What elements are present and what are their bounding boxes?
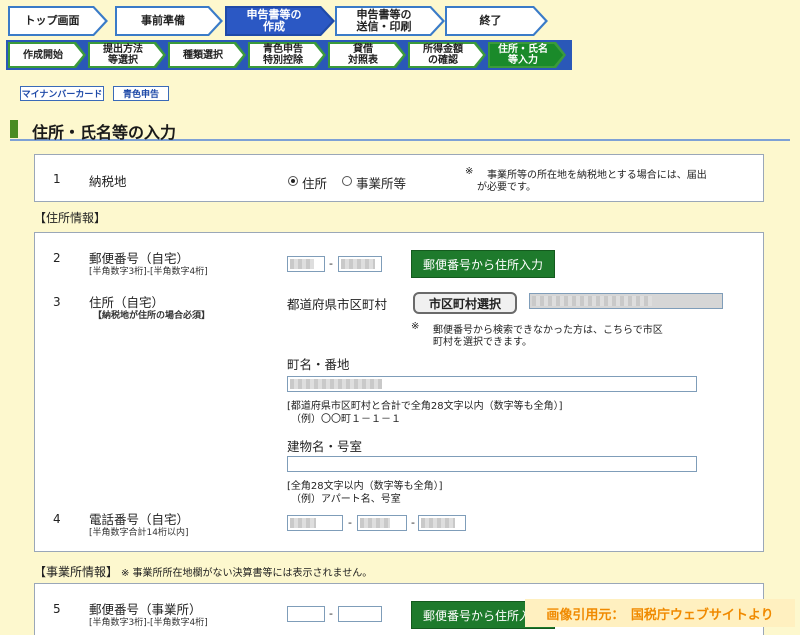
substep-start: 作成開始 — [8, 42, 86, 68]
substep-label: 作成開始 — [23, 49, 63, 61]
substep-balance-sheet: 貸借 対照表 — [328, 42, 406, 68]
dash: - — [329, 607, 333, 620]
row-number: 4 — [53, 512, 61, 526]
substep-address-entry: 住所・氏名 等入力 — [488, 42, 566, 68]
row-required-note: 【納税地が住所の場合必須】 — [93, 311, 211, 321]
city-select-button[interactable]: 市区町村選択 — [413, 292, 517, 314]
heading-bar — [10, 120, 18, 138]
section-heading: 住所・氏名等の入力 — [10, 119, 790, 142]
step-prep: 事前準備 — [115, 6, 223, 36]
tax-location-panel: 1 納税地 住所 事業所等 ※ 事業所等の所在地を納税地とする場合には、届出 が… — [34, 154, 764, 202]
substep-label: 種類選択 — [183, 49, 223, 61]
building-example: （例）アパート名、号室 — [291, 494, 401, 505]
row-format-hint: [半角数字3桁]-[半角数字4桁] — [89, 618, 208, 628]
radio-home[interactable] — [288, 176, 298, 186]
substep-type: 種類選択 — [168, 42, 246, 68]
note-text: が必要です。 — [477, 182, 536, 193]
row-number: 3 — [53, 295, 61, 309]
page-title: 住所・氏名等の入力 — [32, 123, 177, 142]
home-zip-first[interactable] — [287, 256, 325, 272]
row-format-hint: [半角数字合計14桁以内] — [89, 528, 189, 538]
blue-return-tag: 青色申告 — [113, 86, 169, 101]
office-info-note: ※ 事業所所在地欄がない決算書等には表示されません。 — [121, 568, 373, 579]
row-number: 1 — [53, 172, 61, 186]
city-label: 都道府県市区町村 — [287, 297, 388, 312]
note-text: 町村を選択できます。 — [433, 337, 532, 348]
home-info-header: 【住所情報】 — [34, 211, 107, 225]
image-credit: 画像引用元： 国税庁ウェブサイトより — [525, 599, 795, 627]
row-label: 納税地 — [89, 174, 127, 189]
city-field — [529, 293, 723, 309]
radio-office-label[interactable]: 事業所等 — [356, 173, 406, 192]
home-info-panel: 2 郵便番号（自宅） [半角数字3桁]-[半角数字4桁] - 郵便番号から住所入… — [34, 232, 764, 552]
home-zip-second[interactable] — [338, 256, 382, 272]
row-number: 5 — [53, 602, 61, 616]
town-label: 町名・番地 — [287, 357, 350, 372]
dash: - — [348, 516, 352, 529]
town-example: （例）〇〇町１－１－１ — [291, 414, 401, 425]
substep-label: 青色申告 特別控除 — [263, 44, 303, 66]
substep-label: 提出方法 等選択 — [103, 44, 143, 66]
dash: - — [411, 516, 415, 529]
step-label: 事前準備 — [141, 14, 185, 27]
office-zip-second[interactable] — [338, 606, 382, 622]
building-label: 建物名・号室 — [287, 439, 363, 454]
sub-step-bar: 作成開始 提出方法 等選択 種類選択 青色申告 特別控除 貸借 対照表 所得金額… — [6, 40, 572, 70]
step-create: 申告書等の 作成 — [225, 6, 335, 36]
row-format-hint: [半角数字3桁]-[半角数字4桁] — [89, 267, 208, 277]
step-end: 終了 — [445, 6, 548, 36]
step-label: トップ画面 — [24, 14, 80, 27]
building-input[interactable] — [287, 456, 697, 472]
note-mark: ※ — [465, 166, 474, 177]
step-top: トップ画面 — [8, 6, 108, 36]
radio-office[interactable] — [342, 176, 352, 186]
step-label: 申告書等の 作成 — [246, 8, 302, 33]
substep-blue-deduction: 青色申告 特別控除 — [248, 42, 326, 68]
note-mark: ※ — [411, 321, 420, 332]
step-label: 終了 — [479, 14, 502, 27]
zip-lookup-button[interactable]: 郵便番号から住所入力 — [411, 250, 555, 278]
step-label: 申告書等の 送信・印刷 — [356, 8, 412, 33]
substep-income-confirm: 所得金額 の確認 — [408, 42, 486, 68]
substep-label: 貸借 対照表 — [348, 44, 378, 66]
office-info-header: 【事業所情報】 — [34, 565, 119, 579]
substep-label: 住所・氏名 等入力 — [498, 44, 548, 66]
home-phone-second[interactable] — [357, 515, 407, 531]
dash: - — [329, 257, 333, 270]
mynumber-tag: マイナンバーカード — [20, 86, 104, 101]
substep-method: 提出方法 等選択 — [88, 42, 166, 68]
town-input[interactable] — [287, 376, 697, 392]
row-number: 2 — [53, 251, 61, 265]
substep-label: 所得金額 の確認 — [423, 44, 463, 66]
home-phone-first[interactable] — [287, 515, 343, 531]
home-phone-third[interactable] — [418, 515, 466, 531]
radio-home-label[interactable]: 住所 — [302, 173, 327, 192]
main-step-bar: トップ画面 事前準備 申告書等の 作成 申告書等の 送信・印刷 終了 — [8, 6, 548, 36]
step-send: 申告書等の 送信・印刷 — [335, 6, 445, 36]
office-zip-first[interactable] — [287, 606, 325, 622]
